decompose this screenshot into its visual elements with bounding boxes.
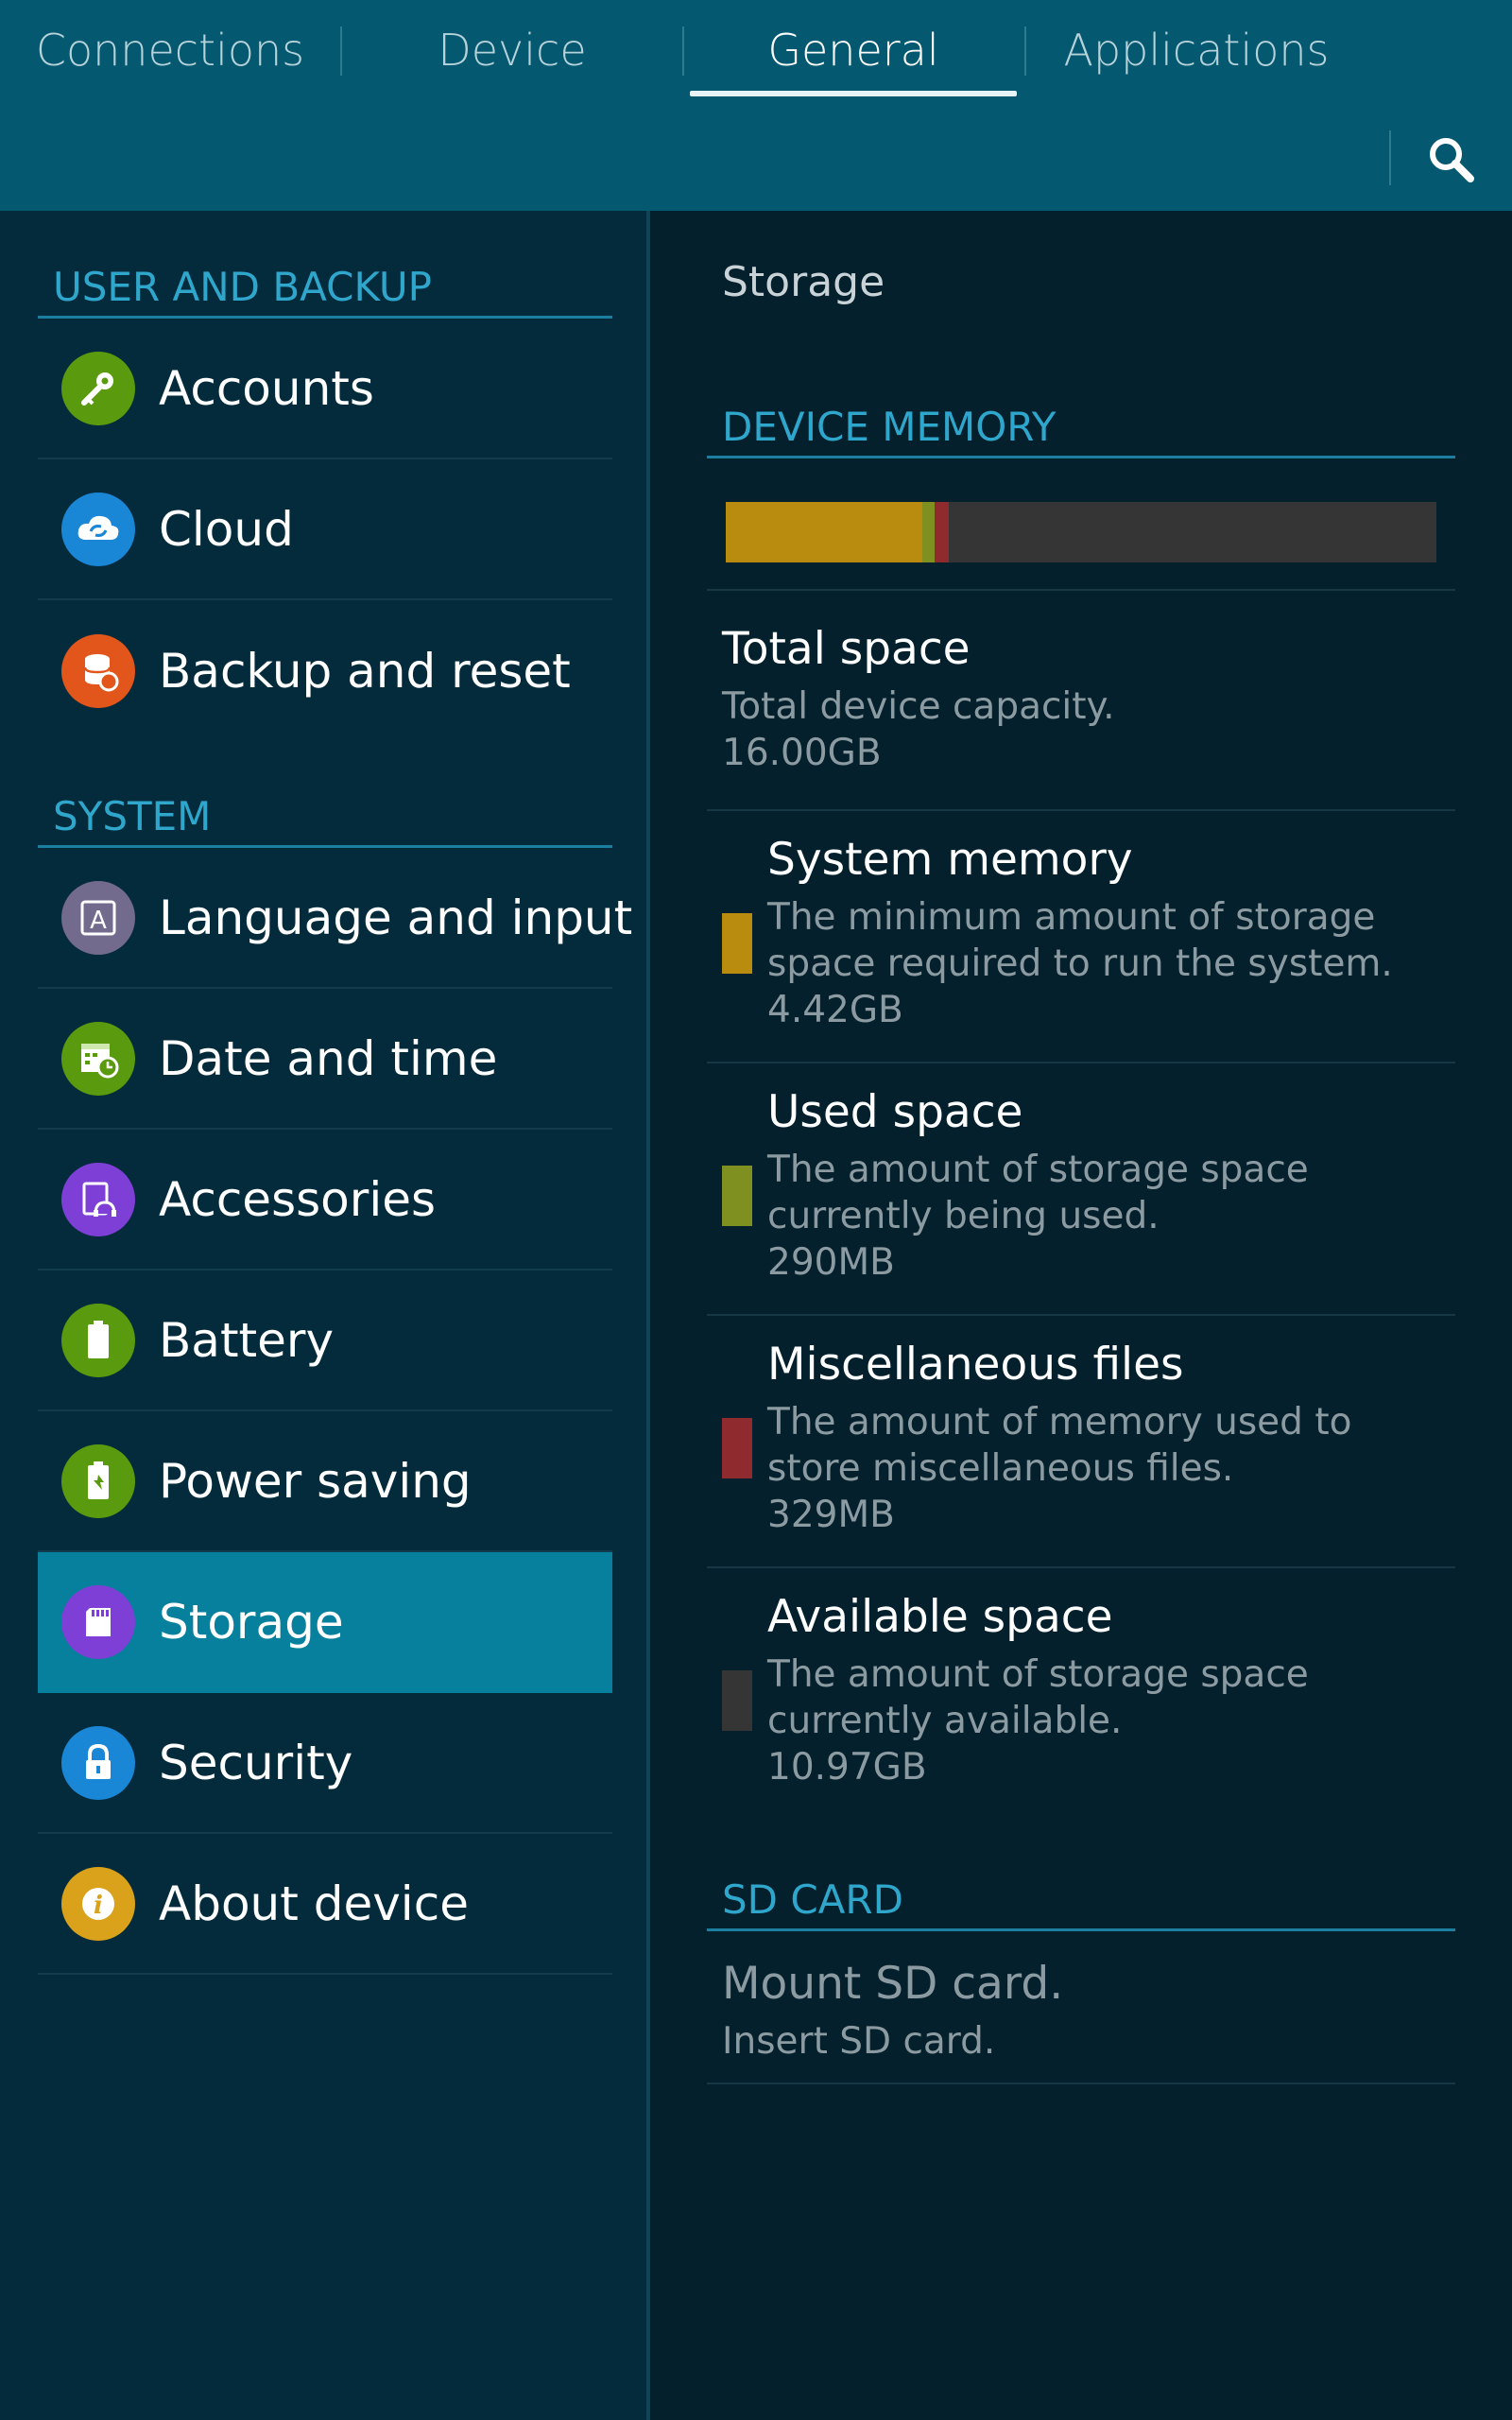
sidebar-item-storage[interactable]: Storage <box>38 1552 612 1693</box>
legend-swatch-available <box>722 1670 752 1731</box>
used-space-row: Used space The amount of storage space c… <box>707 1063 1455 1316</box>
row-value: 16.00GB <box>722 732 882 774</box>
sidebar-item-label: Cloud <box>159 501 294 557</box>
row-description: currently being used. <box>767 1195 1160 1237</box>
sidebar-item-security[interactable]: Security <box>38 1693 612 1834</box>
memory-bar-misc-segment <box>935 502 950 562</box>
mount-sd-card-row[interactable]: Mount SD card. Insert SD card. <box>707 1931 1455 2084</box>
row-title: Miscellaneous files <box>767 1339 1184 1391</box>
sidebar-item-language-input[interactable]: A Language and input <box>38 848 632 989</box>
legend-swatch-system <box>722 913 752 974</box>
sd-card-icon <box>61 1584 135 1659</box>
row-description: The minimum amount of storage <box>767 896 1376 939</box>
section-header-user-backup: USER AND BACKUP <box>38 258 612 319</box>
settings-category-list: USER AND BACKUP Accounts Cloud Backup an… <box>0 211 646 2420</box>
row-description: space required to run the system. <box>767 942 1393 985</box>
sidebar-item-about-device[interactable]: i About device <box>38 1834 612 1975</box>
tab-applications[interactable]: Applications <box>1026 0 1366 99</box>
sidebar-item-cloud[interactable]: Cloud <box>38 459 612 600</box>
search-button[interactable] <box>1422 130 1479 187</box>
row-description: Insert SD card. <box>722 2020 996 2063</box>
backup-icon <box>61 633 135 708</box>
memory-bar-used-segment <box>921 502 936 562</box>
section-header-system: SYSTEM <box>38 787 612 848</box>
memory-bar-available-segment <box>949 502 1436 562</box>
sidebar-item-label: Battery <box>159 1312 335 1368</box>
row-title: Available space <box>767 1591 1113 1643</box>
misc-files-row: Miscellaneous files The amount of memory… <box>707 1316 1455 1568</box>
sidebar-item-date-time[interactable]: Date and time <box>38 989 612 1130</box>
sidebar-item-label: Security <box>159 1735 353 1790</box>
tab-general[interactable]: General <box>690 0 1017 99</box>
row-title: Used space <box>767 1086 1023 1138</box>
row-title: Total space <box>722 623 971 675</box>
sidebar-item-power-saving[interactable]: Power saving <box>38 1411 612 1552</box>
page-title: Storage <box>722 258 885 306</box>
available-space-row: Available space The amount of storage sp… <box>707 1568 1455 1821</box>
sidebar-item-label: Language and input <box>159 890 633 945</box>
sidebar-item-label: Storage <box>159 1594 344 1650</box>
row-value: 290MB <box>767 1241 895 1284</box>
row-description: store miscellaneous files. <box>767 1447 1234 1490</box>
language-icon: A <box>61 880 135 955</box>
row-value: 329MB <box>767 1494 895 1536</box>
row-value: 4.42GB <box>767 989 903 1031</box>
accessories-icon <box>61 1162 135 1236</box>
sidebar-item-backup-reset[interactable]: Backup and reset <box>38 600 612 741</box>
svg-text:A: A <box>90 907 107 935</box>
tab-bar: Connections Device General Applications <box>0 0 1512 99</box>
row-description: The amount of memory used to <box>767 1401 1352 1443</box>
row-description: The amount of storage space <box>767 1149 1309 1191</box>
sidebar-item-label: Backup and reset <box>159 643 571 699</box>
power-saving-icon <box>61 1443 135 1518</box>
sidebar-item-battery[interactable]: Battery <box>38 1270 612 1411</box>
sidebar-item-label: Accessories <box>159 1171 437 1227</box>
storage-detail-panel: Storage DEVICE MEMORY Total space Total … <box>650 211 1512 2420</box>
battery-icon <box>61 1303 135 1377</box>
sidebar-item-accessories[interactable]: Accessories <box>38 1130 612 1270</box>
row-description: Total device capacity. <box>722 685 1115 728</box>
total-space-row: Total space Total device capacity. 16.00… <box>707 598 1455 811</box>
legend-swatch-misc <box>722 1418 752 1478</box>
row-title: System memory <box>767 834 1133 886</box>
row-description: The amount of storage space <box>767 1653 1309 1696</box>
memory-usage-bar <box>726 502 1436 562</box>
sidebar-item-label: Power saving <box>159 1453 472 1509</box>
legend-swatch-used <box>722 1166 752 1226</box>
tab-device[interactable]: Device <box>342 0 682 99</box>
search-icon <box>1430 138 1474 182</box>
tab-separator <box>682 26 684 76</box>
row-title: Mount SD card. <box>722 1958 1064 2010</box>
key-icon <box>61 351 135 425</box>
sidebar-item-label: About device <box>159 1876 469 1931</box>
sidebar-item-label: Accounts <box>159 360 374 416</box>
svg-text:i: i <box>94 1892 103 1920</box>
row-description: currently available. <box>767 1700 1123 1742</box>
sidebar-item-accounts[interactable]: Accounts <box>38 319 612 459</box>
calendar-clock-icon <box>61 1021 135 1096</box>
memory-bar-system-segment <box>726 502 922 562</box>
action-bar: Connections Device General Applications <box>0 0 1512 211</box>
section-header-sd-card: SD CARD <box>707 1871 1455 1931</box>
search-separator <box>1389 130 1391 185</box>
system-memory-row: System memory The minimum amount of stor… <box>707 811 1455 1063</box>
section-header-device-memory: DEVICE MEMORY <box>707 398 1455 458</box>
cloud-sync-icon <box>61 492 135 566</box>
sidebar-item-label: Date and time <box>159 1030 498 1086</box>
row-value: 10.97GB <box>767 1746 927 1789</box>
info-icon: i <box>61 1866 135 1941</box>
tab-connections[interactable]: Connections <box>0 0 340 99</box>
divider <box>707 589 1455 591</box>
lock-icon <box>61 1725 135 1800</box>
